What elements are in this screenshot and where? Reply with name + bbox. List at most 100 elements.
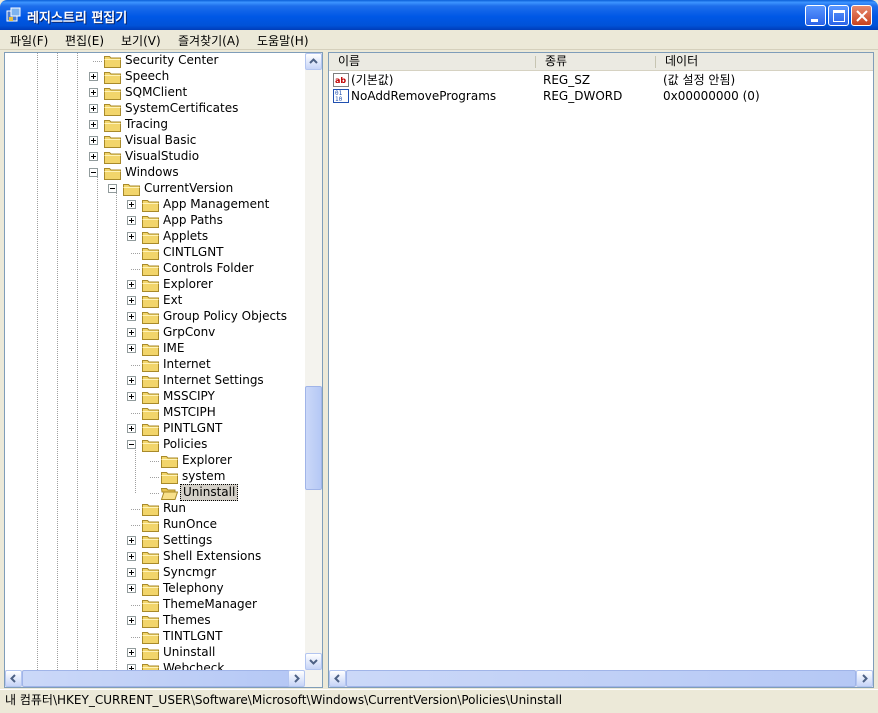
tree-node-label: MSSCIPY — [163, 389, 215, 403]
tree-node[interactable]: Uninstall — [5, 484, 305, 501]
tree-node[interactable]: MSSCIPY — [5, 389, 305, 405]
list-horizontal-scrollbar[interactable] — [329, 670, 873, 687]
column-header-data[interactable]: 데이터 — [656, 53, 873, 71]
registry-tree[interactable]: Security Center Speech SQMClient SystemCert… — [4, 52, 323, 688]
tree-node[interactable]: CINTLGNT — [5, 245, 305, 261]
expand-icon[interactable] — [127, 344, 136, 353]
expand-icon[interactable] — [127, 232, 136, 241]
column-header-name[interactable]: 이름 — [329, 53, 536, 71]
column-header-type[interactable]: 종류 — [536, 53, 656, 71]
collapse-icon[interactable] — [127, 440, 136, 449]
scroll-left-button[interactable] — [329, 670, 346, 687]
expand-icon[interactable] — [89, 136, 98, 145]
tree-node[interactable]: App Management — [5, 197, 305, 213]
scroll-right-button[interactable] — [288, 670, 305, 687]
tree-node[interactable]: SystemCertificates — [5, 101, 305, 117]
column-separator[interactable] — [535, 56, 536, 68]
expand-icon[interactable] — [127, 392, 136, 401]
title-bar[interactable]: 레지스트리 편집기 — [0, 0, 878, 30]
expand-icon[interactable] — [127, 200, 136, 209]
tree-node[interactable]: Tracing — [5, 117, 305, 133]
tree-node[interactable]: Internet — [5, 357, 305, 373]
value-data: 0x00000000 (0) — [663, 89, 760, 103]
tree-node[interactable]: GrpConv — [5, 325, 305, 341]
expand-icon[interactable] — [89, 104, 98, 113]
tree-node[interactable]: Explorer — [5, 453, 305, 469]
tree-node[interactable]: Explorer — [5, 277, 305, 293]
tree-node[interactable]: SQMClient — [5, 85, 305, 101]
tree-node[interactable]: Policies — [5, 437, 305, 453]
tree-node[interactable]: Windows — [5, 165, 305, 181]
expand-icon[interactable] — [127, 568, 136, 577]
tree-node[interactable]: Visual Basic — [5, 133, 305, 149]
tree-node[interactable]: App Paths — [5, 213, 305, 229]
expand-icon[interactable] — [127, 536, 136, 545]
tree-node[interactable]: ThemeManager — [5, 597, 305, 613]
scroll-thumb[interactable] — [346, 670, 856, 687]
menu-help[interactable]: 도움말(H) — [257, 32, 309, 49]
tree-node[interactable]: MSTCIPH — [5, 405, 305, 421]
scroll-right-button[interactable] — [856, 670, 873, 687]
scroll-left-button[interactable] — [5, 670, 22, 687]
minimize-button[interactable] — [805, 5, 826, 26]
folder-icon — [142, 342, 159, 356]
tree-node[interactable]: TINTLGNT — [5, 629, 305, 645]
tree-node[interactable]: Webcheck — [5, 661, 305, 670]
close-button[interactable] — [851, 5, 872, 26]
tree-node[interactable]: PINTLGNT — [5, 421, 305, 437]
tree-node[interactable]: Speech — [5, 69, 305, 85]
expand-icon[interactable] — [127, 648, 136, 657]
menu-file[interactable]: 파일(F) — [10, 32, 48, 49]
tree-connector — [131, 253, 140, 254]
collapse-icon[interactable] — [108, 184, 117, 193]
tree-node[interactable]: system — [5, 469, 305, 485]
tree-node[interactable]: Controls Folder — [5, 261, 305, 277]
tree-node[interactable]: Syncmgr — [5, 565, 305, 581]
expand-icon[interactable] — [89, 72, 98, 81]
scroll-thumb[interactable] — [22, 670, 292, 687]
tree-node[interactable]: Security Center — [5, 53, 305, 69]
menu-edit[interactable]: 편집(E) — [65, 32, 104, 49]
maximize-button[interactable] — [828, 5, 849, 26]
tree-node[interactable]: Ext — [5, 293, 305, 309]
tree-node[interactable]: Internet Settings — [5, 373, 305, 389]
value-row[interactable]: 01 10 NoAddRemovePrograms REG_DWORD 0x00… — [333, 88, 873, 104]
values-list[interactable]: 이름 종류 데이터 ab (기본값) REG_SZ (값 설정 안됨) 01 1… — [328, 52, 874, 688]
tree-horizontal-scrollbar[interactable] — [5, 670, 322, 687]
menu-view[interactable]: 보기(V) — [121, 32, 161, 49]
expand-icon[interactable] — [89, 120, 98, 129]
tree-node-label: Run — [163, 501, 187, 515]
expand-icon[interactable] — [127, 216, 136, 225]
tree-node[interactable]: Uninstall — [5, 645, 305, 661]
expand-icon[interactable] — [127, 424, 136, 433]
tree-node[interactable]: RunOnce — [5, 517, 305, 533]
tree-node[interactable]: VisualStudio — [5, 149, 305, 165]
expand-icon[interactable] — [127, 552, 136, 561]
tree-node[interactable]: CurrentVersion — [5, 181, 305, 197]
expand-icon[interactable] — [127, 328, 136, 337]
scroll-down-button[interactable] — [305, 653, 322, 670]
column-separator[interactable] — [655, 56, 656, 68]
tree-vertical-scrollbar[interactable] — [305, 53, 322, 670]
expand-icon[interactable] — [89, 88, 98, 97]
expand-icon[interactable] — [127, 584, 136, 593]
tree-node[interactable]: Run — [5, 501, 305, 517]
scroll-thumb[interactable] — [305, 386, 322, 490]
tree-node[interactable]: Settings — [5, 533, 305, 549]
expand-icon[interactable] — [127, 296, 136, 305]
tree-node[interactable]: Themes — [5, 613, 305, 629]
tree-node[interactable]: Group Policy Objects — [5, 309, 305, 325]
value-row[interactable]: ab (기본값) REG_SZ (값 설정 안됨) — [333, 72, 873, 88]
tree-node[interactable]: Applets — [5, 229, 305, 245]
tree-node[interactable]: IME — [5, 341, 305, 357]
expand-icon[interactable] — [89, 152, 98, 161]
expand-icon[interactable] — [127, 376, 136, 385]
tree-node[interactable]: Shell Extensions — [5, 549, 305, 565]
expand-icon[interactable] — [127, 616, 136, 625]
expand-icon[interactable] — [127, 312, 136, 321]
expand-icon[interactable] — [127, 280, 136, 289]
tree-node[interactable]: Telephony — [5, 581, 305, 597]
menu-favorites[interactable]: 즐겨찾기(A) — [178, 32, 240, 49]
scroll-up-button[interactable] — [305, 53, 322, 70]
collapse-icon[interactable] — [89, 168, 98, 177]
